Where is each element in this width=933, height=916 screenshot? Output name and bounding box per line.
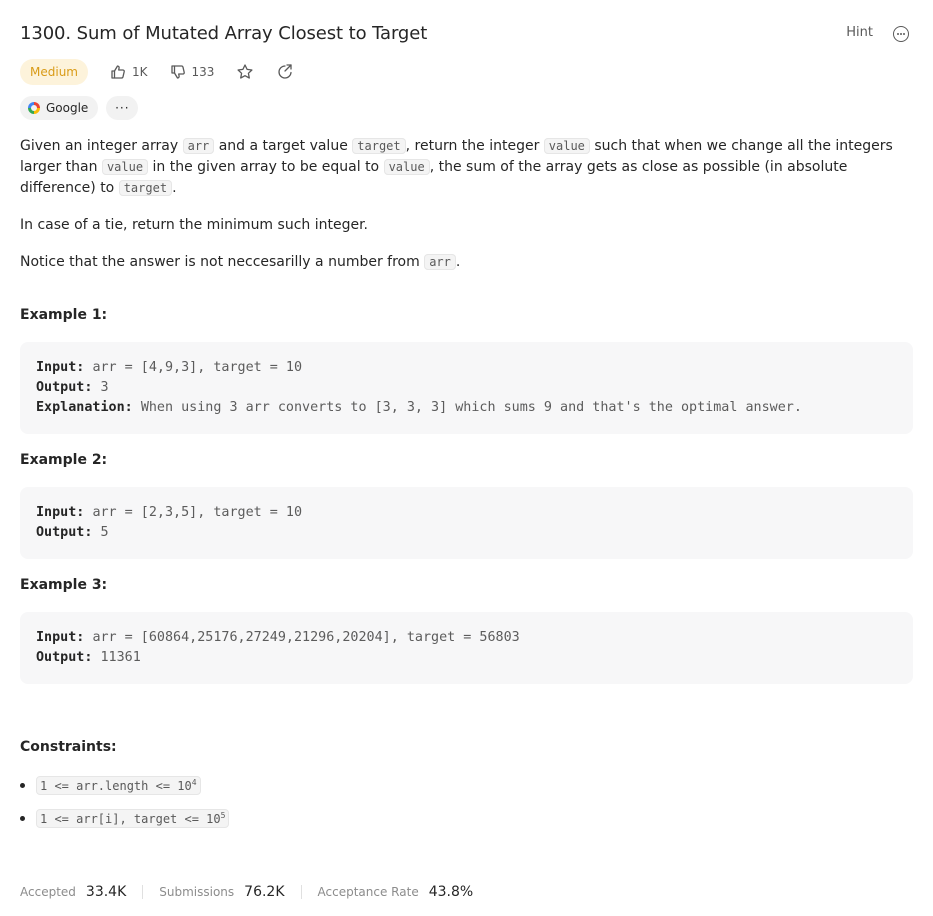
thumbs-up-icon xyxy=(111,65,125,79)
example-3-title: Example 3: xyxy=(20,577,108,593)
like-button[interactable]: 1K xyxy=(110,64,148,80)
accepted-label: Accepted xyxy=(20,885,76,899)
accepted-value: 33.4K xyxy=(85,884,127,900)
problem-statement: Given an integer array arr and a target … xyxy=(20,136,913,289)
tag-row: Google ··· xyxy=(20,96,139,120)
thumbs-down-icon xyxy=(170,65,185,79)
stats-footer: Accepted 33.4K Submissions 76.2K Accepta… xyxy=(20,883,473,901)
google-icon xyxy=(28,102,40,114)
example-2-title: Example 2: xyxy=(20,452,108,468)
like-count: 1K xyxy=(131,65,148,79)
statement-paragraph-2: In case of a tie, return the minimum suc… xyxy=(20,217,368,233)
example-1-block: Input: arr = [4,9,3], target = 10 Output… xyxy=(20,342,913,434)
constraint-item: 1 <= arr[i], target <= 105 xyxy=(20,809,230,828)
dislike-button[interactable]: 133 xyxy=(170,64,215,80)
statement-paragraph-3: Notice that the answer is not neccesaril… xyxy=(20,254,461,270)
constraint-item: 1 <= arr.length <= 104 xyxy=(20,776,201,795)
problem-title[interactable]: 1300. Sum of Mutated Array Closest to Ta… xyxy=(20,22,427,46)
constraints-title: Constraints: xyxy=(20,739,117,755)
title-row: 1300. Sum of Mutated Array Closest to Ta… xyxy=(20,22,913,48)
acceptance-rate-label: Acceptance Rate xyxy=(317,885,419,899)
divider xyxy=(142,885,144,899)
submissions-value: 76.2K xyxy=(244,884,285,900)
example-3-block: Input: arr = [60864,25176,27249,21296,20… xyxy=(20,612,913,684)
hint-button[interactable]: Hint xyxy=(846,25,873,40)
company-tag-label: Google xyxy=(46,101,89,115)
meta-row: Medium 1K 133 xyxy=(20,59,294,85)
example-2-block: Input: arr = [2,3,5], target = 10 Output… xyxy=(20,487,913,559)
divider xyxy=(300,885,302,899)
more-options-icon[interactable] xyxy=(893,26,909,42)
company-tag-google[interactable]: Google xyxy=(20,96,99,120)
favorite-button[interactable] xyxy=(236,63,254,81)
share-icon xyxy=(278,64,293,79)
difficulty-badge: Medium xyxy=(20,59,88,85)
example-1-title: Example 1: xyxy=(20,307,108,323)
constraint-code: 1 <= arr.length <= 104 xyxy=(36,776,201,795)
more-tags-button[interactable]: ··· xyxy=(106,96,139,120)
share-button[interactable] xyxy=(276,63,294,81)
acceptance-rate-value: 43.8% xyxy=(428,884,474,900)
star-icon xyxy=(237,64,253,79)
bullet-icon xyxy=(20,783,25,788)
bullet-icon xyxy=(20,816,25,821)
constraint-code: 1 <= arr[i], target <= 105 xyxy=(36,809,230,828)
submissions-label: Submissions xyxy=(159,885,235,899)
dislike-count: 133 xyxy=(191,65,215,79)
statement-paragraph-1: Given an integer array arr and a target … xyxy=(20,138,893,196)
